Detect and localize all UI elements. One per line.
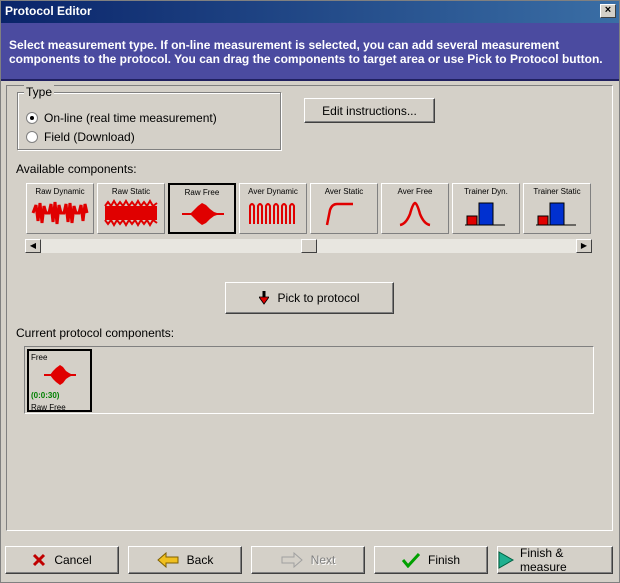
current-component-bottom-label: Raw Free [31,403,66,412]
content-panel: Type On-line (real time measurement) Fie… [6,85,613,531]
scrollbar-thumb[interactable] [301,239,317,253]
down-arrow-icon [259,291,270,305]
back-arrow-icon [156,552,179,568]
component-label: Aver Free [397,187,433,196]
raw-static-waveform-icon [104,199,158,227]
component-label: Aver Dynamic [248,187,298,196]
title-bar: Protocol Editor × [1,1,619,23]
radio-field-label: Field (Download) [44,130,135,144]
window-title: Protocol Editor [5,4,92,18]
component-trainer-dyn[interactable]: Trainer Dyn. [452,183,520,234]
component-label: Raw Static [111,187,151,196]
component-raw-free[interactable]: Raw Free [168,183,236,234]
type-legend: Type [24,85,55,99]
trainer-dyn-bars-icon [465,202,505,226]
header-text: Select measurement type. If on-line meas… [9,38,603,66]
cancel-x-icon [32,553,46,567]
component-aver-dynamic[interactable]: Aver Dynamic [239,183,307,234]
radio-online-indicator[interactable] [26,112,38,124]
back-label: Back [186,553,214,567]
available-components-label: Available components: [16,162,137,176]
component-label: Trainer Dyn. [464,187,508,196]
checkmark-icon [401,552,420,568]
aver-static-curve-icon [325,202,353,226]
instructions-header: Select measurement type. If on-line meas… [1,23,619,81]
components-horizontal-scrollbar[interactable]: ◀ ▶ [24,238,593,254]
pick-to-protocol-button[interactable]: Pick to protocol [225,282,394,314]
radio-field-indicator[interactable] [26,131,38,143]
next-label: Next [310,553,336,567]
component-label: Raw Free [184,188,220,197]
type-groupbox: Type On-line (real time measurement) Fie… [17,85,281,150]
raw-dynamic-waveform-icon [31,201,89,225]
current-components-label: Current protocol components: [16,326,175,340]
raw-free-waveform-icon [182,203,224,225]
finish-label: Finish [427,553,460,567]
aver-dynamic-waveform-icon [249,203,295,224]
close-button[interactable]: × [600,4,616,18]
next-button[interactable]: Next [251,546,365,574]
play-icon [498,551,514,569]
component-label: Raw Dynamic [35,187,85,196]
current-component-top-label: Free [31,353,48,362]
protocol-editor-window: Protocol Editor × Select measurement typ… [0,0,620,583]
component-trainer-static[interactable]: Trainer Static [523,183,591,234]
back-button[interactable]: Back [128,546,242,574]
pick-to-protocol-label: Pick to protocol [277,291,360,305]
finish-and-measure-label: Finish & measure [520,546,567,574]
trainer-static-bars-icon [536,202,576,226]
finish-button[interactable]: Finish [374,546,488,574]
cancel-button[interactable]: Cancel [5,546,119,574]
component-label: Aver Static [324,187,364,196]
component-aver-free[interactable]: Aver Free [381,183,449,234]
component-label: Trainer Static [533,187,581,196]
radio-online-label: On-line (real time measurement) [44,111,217,125]
current-component-duration: (0:0:30) [31,391,60,400]
radio-field[interactable]: Field (Download) [26,130,135,144]
raw-free-waveform-icon [44,365,76,385]
edit-instructions-button[interactable]: Edit instructions... [304,98,435,123]
aver-free-bell-icon [399,201,431,227]
scroll-left-arrow-icon[interactable]: ◀ [25,239,41,253]
next-arrow-icon [281,552,303,568]
cancel-label: Cancel [54,553,92,567]
finish-and-measure-button[interactable]: Finish & measure [497,546,613,574]
radio-online[interactable]: On-line (real time measurement) [26,111,217,125]
component-raw-static[interactable]: Raw Static [97,183,165,234]
available-components-palette: Raw Dynamic Raw Static Raw Free Aver Dyn… [24,181,593,237]
scroll-right-arrow-icon[interactable]: ▶ [576,239,592,253]
component-aver-static[interactable]: Aver Static [310,183,378,234]
component-raw-dynamic[interactable]: Raw Dynamic [26,183,94,234]
current-component-raw-free[interactable]: Free (0:0:30) Raw Free [27,349,92,412]
current-protocol-area[interactable]: Free (0:0:30) Raw Free [24,346,594,414]
